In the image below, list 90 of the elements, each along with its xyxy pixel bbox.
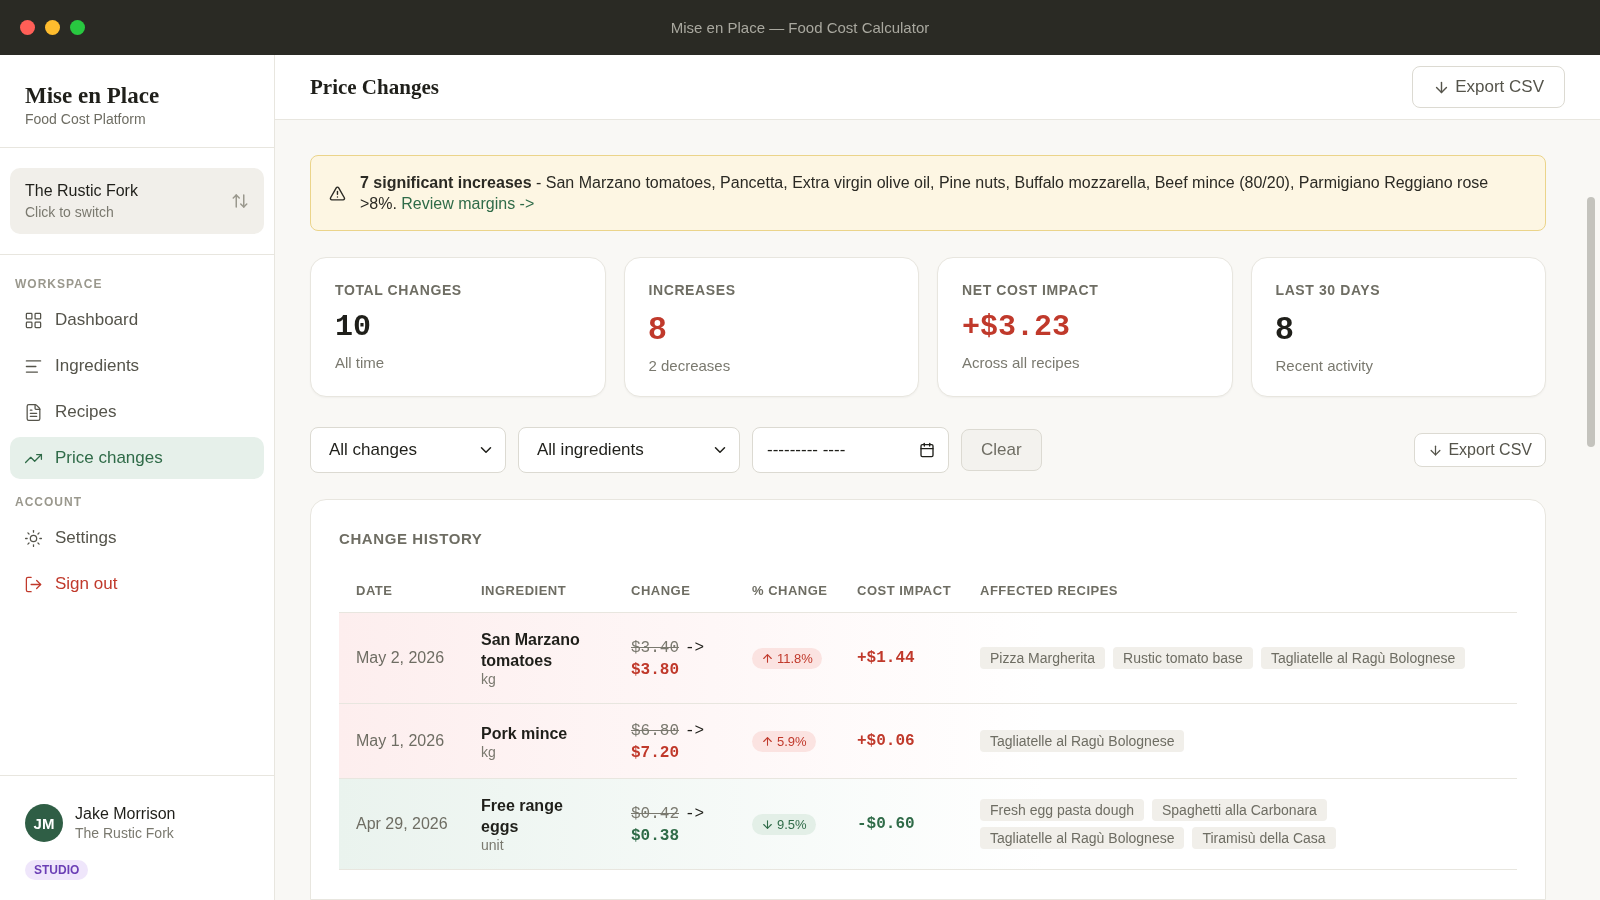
user-name: Jake Morrison	[75, 805, 176, 823]
ingredient-unit: unit	[481, 837, 505, 853]
stat-note: Across all recipes	[962, 354, 1081, 371]
column-header: CHANGE	[631, 583, 692, 598]
stat-value: 8	[1275, 310, 1295, 347]
new-price: $0.38	[631, 826, 680, 845]
old-price: $0.42	[631, 804, 679, 823]
section-heading: WORKSPACE	[14, 276, 104, 293]
window-title: Mise en Place — Food Cost Calculator	[670, 19, 930, 36]
alert-message: 7 significant increases - San Marzano tomatoes, Pancetta, Extra virgin olive oil, Pine nuts, Buffalo mozzarella, Beef mince (80/20), Parmigiano Reggiano rose >8%. Review margins ->	[359, 173, 1490, 214]
arrow-text: ->	[685, 638, 705, 657]
arrow-text: ->	[685, 721, 705, 740]
percent-change-badge: 11.8%	[752, 647, 822, 669]
page-title: Price Changes	[310, 74, 439, 100]
stat-label: INCREASES	[648, 282, 737, 298]
ingredient-unit: kg	[481, 671, 497, 687]
clear-button[interactable]: Clear	[961, 429, 1042, 471]
ingredient-unit: kg	[481, 743, 497, 760]
user-avatar: JM	[25, 804, 63, 842]
stat-label: LAST 30 DAYS	[1275, 282, 1382, 298]
column-header: DATE	[356, 583, 394, 598]
brand-tagline: Food Cost Platform	[25, 111, 147, 127]
stat-note: Recent activity	[1275, 357, 1375, 374]
review-margins-link[interactable]: Review margins ->	[401, 195, 535, 212]
export-csv-button[interactable]: Export CSV	[1414, 433, 1546, 467]
location-switcher[interactable]: The Rustic Fork Click to switch	[10, 168, 264, 234]
column-header: INGREDIENT	[481, 583, 568, 598]
date-cell-text: Apr 29, 2026	[356, 815, 449, 833]
down-arrow-icon	[761, 817, 774, 831]
section-heading: ACCOUNT	[14, 494, 83, 511]
recipe-tag: Tagliatelle al Ragù Bolognese	[980, 730, 1185, 752]
recipe-tag: Fresh egg pasta dough	[980, 799, 1144, 821]
stat-note: 2 decreases	[648, 357, 732, 374]
ingredient-name: San Marzano tomatoes	[481, 630, 581, 671]
nav-item[interactable]: Ingredients	[10, 345, 264, 387]
old-price: $6.80	[631, 721, 679, 740]
switch-icon	[231, 192, 249, 210]
stat-label: NET COST IMPACT	[962, 282, 1100, 298]
stat-value: +$3.23	[962, 310, 1072, 344]
download-arrow-icon	[1428, 442, 1444, 458]
warning-icon	[329, 183, 346, 203]
plan-badge: STUDIO	[25, 860, 89, 880]
close-window-button[interactable]	[20, 20, 35, 35]
cost-impact: +$0.06	[857, 732, 916, 750]
column-header: COST IMPACT	[857, 583, 953, 598]
ingredient-name: Pork mince	[481, 723, 569, 744]
stat-label: TOTAL CHANGES	[335, 282, 463, 298]
user-organization: The Rustic Fork	[75, 825, 175, 841]
cost-impact: -$0.60	[857, 815, 916, 833]
recipe-tag: Tiramisù della Casa	[1192, 827, 1336, 849]
recipe-tag: Tagliatelle al Ragù Bolognese	[1260, 647, 1466, 669]
up-arrow-icon	[761, 734, 774, 748]
date-cell-text: May 2, 2026	[356, 649, 446, 667]
old-price: $3.40	[631, 638, 679, 657]
minimize-window-button[interactable]	[45, 20, 60, 35]
nav-item[interactable]: Recipes	[10, 391, 264, 433]
percent-change-badge: 5.9%	[752, 730, 816, 752]
calendar-icon	[919, 442, 935, 458]
column-header: AFFECTED RECIPES	[980, 583, 1119, 598]
zoom-window-button[interactable]	[70, 20, 85, 35]
table-title: CHANGE HISTORY	[339, 530, 484, 547]
arrow-text: ->	[685, 804, 705, 823]
nav-item[interactable]: Dashboard	[10, 299, 264, 341]
recipe-tag: Tagliatelle al Ragù Bolognese	[980, 827, 1185, 849]
logout-icon	[24, 574, 43, 594]
cost-impact: +$1.44	[857, 649, 916, 667]
recipe-tag: Spaghetti alla Carbonara	[1152, 799, 1327, 821]
percent-change-badge: 9.5%	[752, 813, 816, 835]
ingredient-select[interactable]: All ingredients	[518, 427, 740, 473]
nav-item[interactable]: Settings	[10, 517, 264, 559]
document-icon	[24, 402, 43, 422]
date-field[interactable]: --------- ----	[752, 427, 949, 473]
nav-item[interactable]: Sign out	[10, 563, 264, 605]
stat-value: 8	[648, 310, 668, 347]
change-type-select[interactable]: All changes	[310, 427, 506, 473]
new-price: $3.80	[631, 660, 680, 679]
column-header: % CHANGE	[752, 583, 829, 598]
new-price: $7.20	[631, 743, 680, 762]
recipe-tag: Rustic tomato base	[1113, 647, 1253, 669]
grid-icon	[24, 310, 43, 330]
ingredient-name: Free range eggs	[481, 796, 564, 837]
date-cell-text: May 1, 2026	[356, 732, 446, 750]
stat-value: 10	[335, 310, 372, 344]
settings-icon	[24, 528, 43, 548]
stat-note: All time	[335, 354, 386, 371]
brand-name: Mise en Place	[25, 83, 161, 109]
up-arrow-icon	[761, 651, 774, 665]
nav-item[interactable]: Price changes	[10, 437, 264, 479]
recipe-tag: Pizza Margherita	[980, 647, 1106, 669]
export-csv-button[interactable]: Export CSV	[1412, 66, 1565, 108]
